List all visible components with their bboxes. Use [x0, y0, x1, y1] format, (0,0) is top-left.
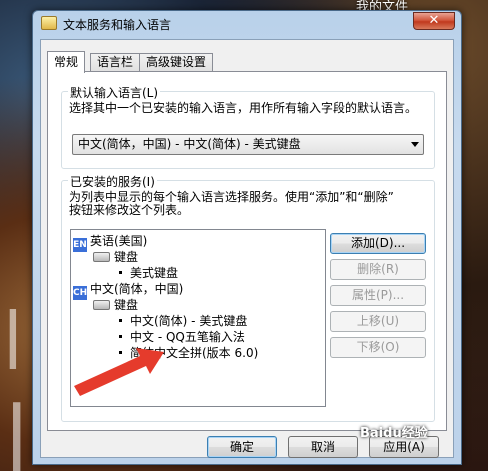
site-watermark: Baidu经验	[360, 426, 428, 441]
tab-general[interactable]: 常规	[47, 51, 86, 73]
red-arrow-icon	[74, 348, 164, 396]
